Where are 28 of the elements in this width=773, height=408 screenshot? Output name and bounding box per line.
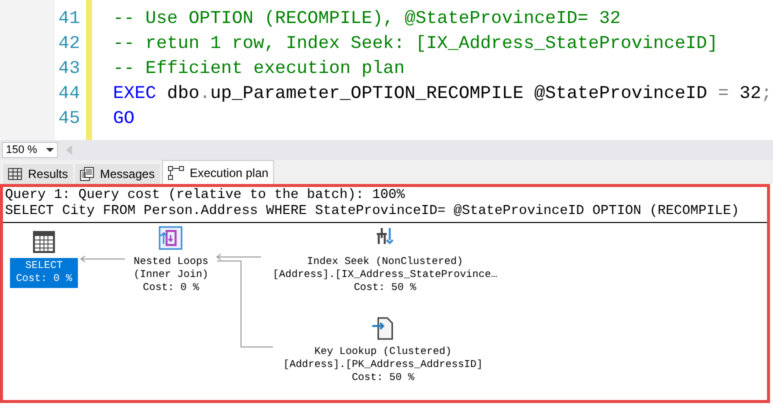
line-number: 45	[57, 108, 80, 128]
connector-arrow	[80, 256, 126, 262]
loop-icon	[159, 226, 183, 250]
code-line: -- retun 1 row, Index Seek: [IX_Address_StateProvinceID]	[113, 34, 718, 54]
line-number: 44	[57, 84, 80, 104]
document-arrow-icon	[371, 316, 395, 340]
results-tab[interactable]: Results	[3, 164, 74, 184]
plan-node-label[interactable]: Index Seek (NonClustered) [Address].[IX_Address_StateProvince… Cost: 50 %	[270, 255, 500, 296]
line-number: 43	[57, 58, 80, 78]
plan-node-label[interactable]: Key Lookup (Clustered) [Address].[PK_Address_AddressID] Cost: 50 %	[281, 345, 485, 386]
code-line: EXEC dbo.up_Parameter_OPTION_RECOMPILE @StateProvinceID = 32;	[113, 84, 772, 104]
plan-node-label[interactable]: Nested Loops (Inner Join) Cost: 0 %	[132, 255, 210, 296]
table-icon	[33, 231, 55, 253]
code-line: -- Efficient execution plan	[113, 58, 405, 78]
code-line: GO	[113, 108, 135, 128]
line-number: 42	[57, 34, 80, 54]
caret-icon	[46, 148, 54, 152]
grid-icon	[8, 168, 22, 180]
query-text: Query 1: Query cost (relative to the batch): 100%	[5, 188, 406, 204]
plan-node-label[interactable]: SELECT Cost: 0 %	[10, 258, 78, 288]
plan-icon	[168, 166, 184, 180]
zoom-dropdown[interactable]: 150 %	[2, 142, 58, 158]
document-icon	[80, 167, 94, 181]
line-number: 41	[57, 8, 80, 28]
query-text: SELECT City FROM Person.Address WHERE StateProvinceID= @StateProvinceID OPTION (RECOMPILE)	[5, 204, 740, 220]
results-tab[interactable]: Messages	[75, 164, 160, 184]
code-line: -- Use OPTION (RECOMPILE), @StateProvinceID= 32	[113, 8, 621, 28]
results-tab[interactable]: Execution plan	[162, 160, 274, 184]
